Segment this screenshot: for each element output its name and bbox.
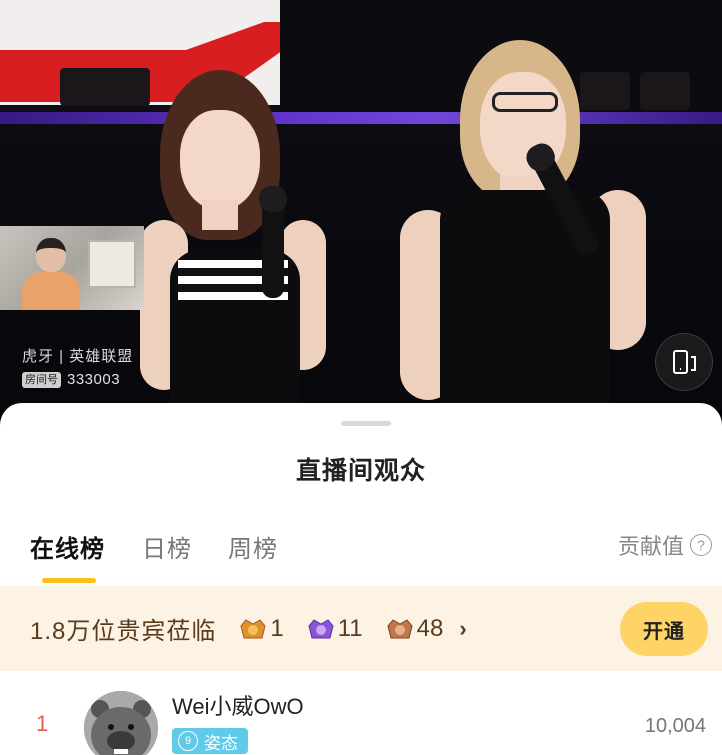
active-tab-indicator: [42, 578, 96, 583]
room-tag: 房间号: [22, 371, 61, 388]
bear-avatar-icon: [84, 691, 158, 755]
noble-badge-bronze: 48: [385, 614, 444, 643]
tab-online[interactable]: 在线榜: [30, 529, 105, 564]
chevron-right-icon: ›: [459, 615, 467, 641]
fan-level-tag: 9 姿态: [172, 728, 248, 754]
streamer-camera-pip[interactable]: [0, 226, 144, 310]
open-vip-button[interactable]: 开通: [620, 602, 708, 656]
avatar[interactable]: [84, 691, 158, 755]
channel-label: 虎牙 | 英雄联盟: [22, 348, 134, 365]
tab-daily[interactable]: 日榜: [142, 529, 192, 564]
sheet-drag-handle[interactable]: [341, 421, 391, 426]
noble-badge-gold: 1: [238, 614, 284, 643]
ranking-tabs: 在线榜 日榜 周榜 贡献值 ?: [0, 529, 722, 589]
room-number: 333003: [67, 371, 121, 388]
bronze-noble-badge-icon: [387, 618, 413, 638]
purple-noble-badge-icon: [308, 618, 334, 638]
room-info: 房间号 333003: [22, 371, 120, 388]
noble-badge-purple: 11: [306, 615, 363, 643]
noble-count: 1: [270, 614, 284, 642]
contribution-label: 贡献值: [617, 534, 684, 559]
live-video[interactable]: 虎牙 | 英雄联盟 房间号 333003: [0, 0, 722, 410]
noble-count: 11: [337, 614, 363, 642]
username[interactable]: Wei小威OwO: [172, 689, 304, 721]
host-left: [140, 70, 340, 410]
noble-count: 48: [416, 614, 444, 642]
level-icon: 9: [178, 731, 198, 751]
contribution-header[interactable]: 贡献值 ?: [618, 529, 712, 561]
fan-tag-label: 姿态: [204, 733, 238, 753]
rotate-screen-icon: [673, 350, 696, 374]
rotate-screen-button[interactable]: [655, 333, 713, 391]
sheet-title: 直播间观众: [295, 457, 426, 485]
vip-banner[interactable]: 1.8万位贵宾莅临 1 11 48 › 开通: [0, 586, 722, 671]
tab-weekly[interactable]: 周榜: [228, 529, 278, 564]
rank-number: 1: [36, 711, 49, 736]
contribution-score: 10,004: [644, 715, 706, 737]
glasses: [492, 92, 558, 112]
vip-count-text: 1.8万位贵宾莅临: [30, 618, 217, 645]
audience-sheet: 直播间观众 在线榜 日榜 周榜 贡献值 ? 1.8万位贵宾莅临 1 11 48 …: [0, 403, 722, 755]
gold-noble-badge-icon: [240, 618, 266, 638]
help-icon[interactable]: ?: [690, 534, 712, 556]
streamer: [22, 238, 80, 310]
host-right: [400, 40, 650, 410]
leaderboard-row[interactable]: 1 Wei小威OwO 9 姿态 10,004: [0, 671, 722, 755]
